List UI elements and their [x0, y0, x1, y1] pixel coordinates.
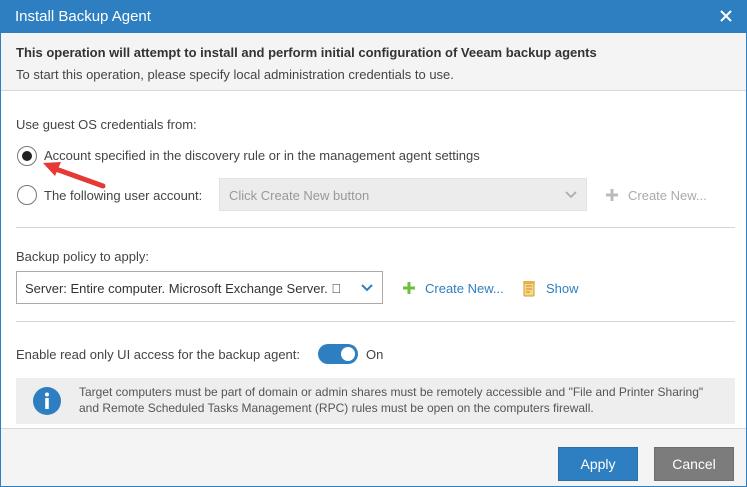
readonly-access-label: Enable read only UI access for the backu…: [16, 347, 301, 362]
header-title: This operation will attempt to install a…: [16, 45, 597, 60]
divider: [16, 321, 735, 322]
chevron-down-icon: [360, 282, 374, 297]
radio-following-user[interactable]: [17, 185, 37, 205]
scroll-icon: [521, 280, 537, 301]
backup-policy-value: Server: Entire computer. Microsoft Excha…: [25, 281, 342, 296]
toggle-state-label: On: [366, 347, 384, 362]
chevron-down-icon: [564, 189, 578, 204]
title-bar: Install Backup Agent: [1, 1, 746, 33]
create-new-policy-label: Create New...: [425, 281, 504, 296]
toggle-knob: [341, 347, 355, 361]
info-box: Target computers must be part of domain …: [16, 378, 735, 424]
dialog-footer: Apply Cancel: [1, 428, 746, 486]
credentials-label: Use guest OS credentials from:: [16, 117, 197, 132]
radio-account-specified-label[interactable]: Account specified in the discovery rule …: [44, 148, 480, 163]
dialog-header: This operation will attempt to install a…: [1, 33, 746, 91]
plus-icon: [401, 280, 417, 299]
divider: [16, 227, 735, 228]
apply-button[interactable]: Apply: [558, 447, 638, 481]
show-policy-label: Show: [546, 281, 579, 296]
header-subtitle: To start this operation, please specify …: [16, 67, 454, 82]
cancel-button[interactable]: Cancel: [654, 447, 734, 481]
user-account-select[interactable]: Click Create New button: [219, 178, 587, 211]
backup-policy-select[interactable]: Server: Entire computer. Microsoft Excha…: [16, 271, 383, 304]
radio-account-specified[interactable]: [17, 146, 37, 166]
user-account-select-placeholder: Click Create New button: [229, 188, 370, 203]
annotation-arrow-icon: [39, 156, 109, 193]
install-backup-agent-dialog: Install Backup Agent This operation will…: [0, 0, 747, 487]
policy-label: Backup policy to apply:: [16, 249, 149, 264]
create-new-user-label: Create New...: [628, 188, 707, 203]
info-icon: [32, 386, 62, 419]
close-icon[interactable]: [715, 5, 737, 27]
plus-icon: [604, 187, 620, 206]
readonly-access-toggle[interactable]: [318, 344, 358, 364]
info-text: Target computers must be part of domain …: [79, 385, 704, 415]
dialog-title: Install Backup Agent: [15, 8, 151, 25]
